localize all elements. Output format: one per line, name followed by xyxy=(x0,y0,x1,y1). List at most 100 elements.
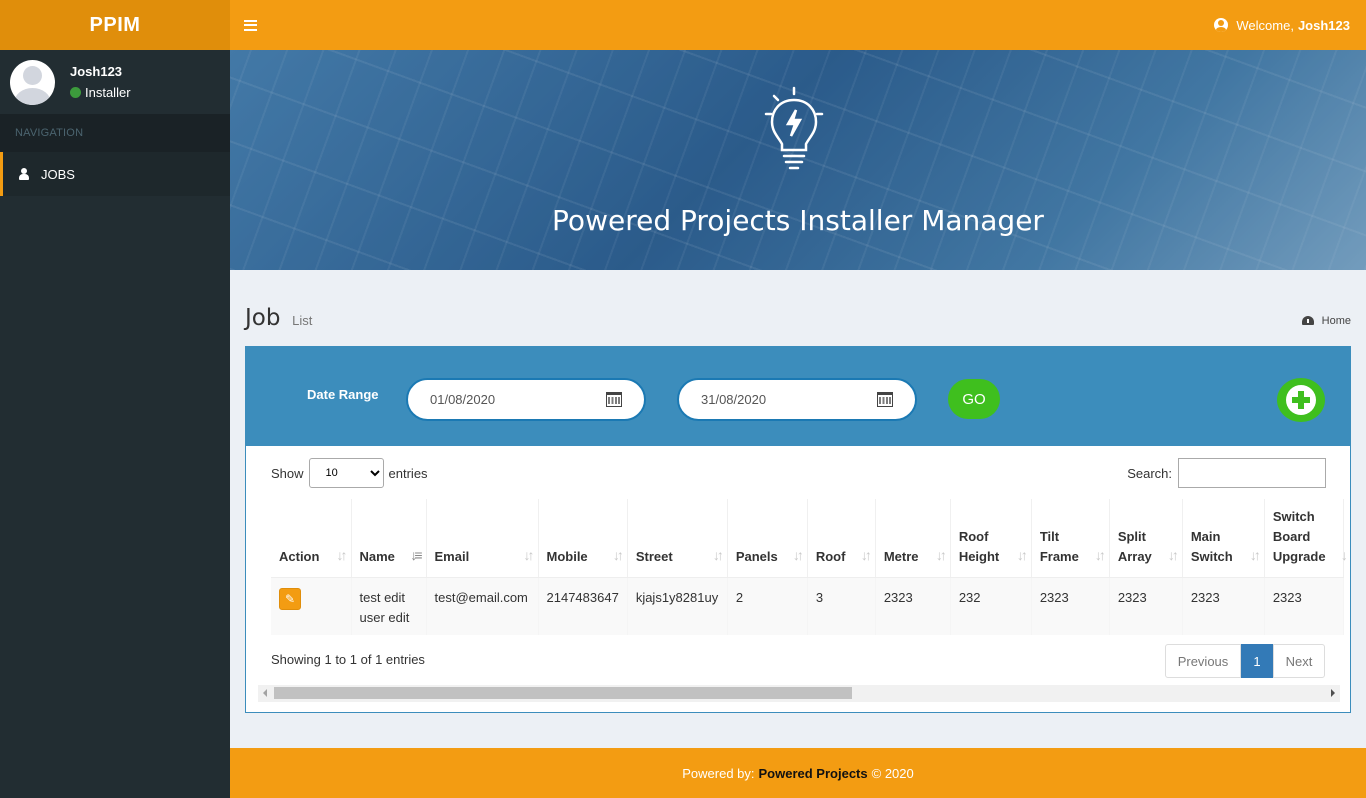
banner-title: Powered Projects Installer Manager xyxy=(552,204,1044,237)
cell-street: kjajs1y8281uy xyxy=(627,577,728,635)
entries-label: entries xyxy=(388,465,428,481)
scroll-left-icon[interactable] xyxy=(263,689,267,697)
cell-roof-height: 232 xyxy=(950,577,1032,635)
page-length-control: Show 10 entries xyxy=(271,458,428,488)
table-row: ✎ test edit user edit test@email.com 214… xyxy=(271,577,1344,635)
previous-page-button[interactable]: Previous xyxy=(1165,644,1241,678)
nav-header: NAVIGATION xyxy=(0,114,230,152)
sort-icon: ↓↑ xyxy=(1167,546,1179,563)
online-status-icon xyxy=(70,87,81,98)
table-info: Showing 1 to 1 of 1 entries xyxy=(271,652,425,667)
cell-main-switch: 2323 xyxy=(1182,577,1265,635)
cell-metre: 2323 xyxy=(875,577,951,635)
date-range-label: Date Range xyxy=(307,387,379,402)
column-header[interactable]: Mobile ↓↑ xyxy=(538,499,628,578)
welcome-text: Welcome, xyxy=(1236,17,1294,33)
to-date-value: 31/08/2020 xyxy=(701,392,767,407)
column-header[interactable]: Metre ↓↑ xyxy=(875,499,951,578)
user-role: Installer xyxy=(85,85,131,100)
column-header[interactable]: Main Switch ↓↑ xyxy=(1182,499,1265,578)
dashboard-icon xyxy=(1301,316,1314,325)
column-header[interactable]: Panels ↓↑ xyxy=(727,499,808,578)
search-label: Search: xyxy=(1127,465,1172,481)
sort-icon: ↓↑ xyxy=(336,546,348,563)
brand-logo[interactable]: PPIM xyxy=(0,0,230,50)
lightbulb-icon xyxy=(764,86,824,170)
cell-tilt-frame: 2323 xyxy=(1031,577,1110,635)
sidebar-item-jobs[interactable]: JOBS xyxy=(0,152,230,196)
column-header[interactable]: Split Array ↓↑ xyxy=(1109,499,1183,578)
footer-copyright: © 2020 xyxy=(871,765,914,781)
sort-icon: ↓↑ xyxy=(792,546,804,563)
sidebar: PPIM Josh123 Installer NAVIGATION JOBS xyxy=(0,0,230,798)
sort-icon: ↓↑ xyxy=(1249,546,1261,563)
page-1-button[interactable]: 1 xyxy=(1241,644,1273,678)
search-input[interactable] xyxy=(1178,458,1326,488)
sort-icon: ↓↑ xyxy=(1094,546,1106,563)
user-menu[interactable]: Welcome, Josh123 xyxy=(1214,18,1350,33)
welcome-user: Josh123 xyxy=(1297,17,1350,33)
pagination: Previous 1 Next xyxy=(1165,644,1325,678)
breadcrumb-home[interactable]: Home xyxy=(1322,315,1351,327)
from-date-value: 01/08/2020 xyxy=(430,392,496,407)
sort-icon: ↓↑ xyxy=(1016,546,1028,563)
cell-mobile: 2147483647 xyxy=(538,577,628,635)
user-name: Josh123 xyxy=(70,64,123,79)
scrollbar-thumb[interactable] xyxy=(274,687,852,699)
sort-icon: ↓↑ xyxy=(935,546,947,563)
search-control: Search: xyxy=(1127,458,1326,488)
footer-prefix: Powered by: xyxy=(682,765,755,781)
jobs-box: Date Range 01/08/2020 31/08/2020 GO Show… xyxy=(245,346,1351,713)
column-header[interactable]: Email ↓↑ xyxy=(426,499,539,578)
cell-panels: 2 xyxy=(727,577,808,635)
user-panel: Josh123 Installer xyxy=(0,50,230,114)
sort-asc-icon: ↓≡ xyxy=(410,546,422,563)
sort-icon: ↓↑ xyxy=(612,546,624,563)
go-button[interactable]: GO xyxy=(948,379,1000,419)
cell-name: test edit user edit xyxy=(351,577,427,635)
footer-company[interactable]: Powered Projects xyxy=(759,766,868,781)
menu-toggle-icon[interactable] xyxy=(244,19,257,31)
content-header: Job List Home xyxy=(245,305,1351,335)
sort-icon: ↓↑ xyxy=(860,546,872,563)
user-status: Installer xyxy=(70,85,131,100)
column-header[interactable]: Roof Height ↓↑ xyxy=(950,499,1032,578)
column-header[interactable]: Name ↓≡ xyxy=(351,499,427,578)
breadcrumb[interactable]: Home xyxy=(1301,315,1351,327)
from-date-input[interactable]: 01/08/2020 xyxy=(406,378,646,421)
table-controls: Show 10 entries Search: xyxy=(271,457,1326,489)
sort-icon: ↓↑ xyxy=(523,546,535,563)
show-label: Show xyxy=(271,465,304,481)
cell-roof: 3 xyxy=(807,577,876,635)
column-header[interactable]: Action ↓↑ xyxy=(271,499,352,578)
column-header[interactable]: Street ↓↑ xyxy=(627,499,728,578)
hero-banner: Powered Projects Installer Manager xyxy=(230,50,1366,270)
page-title: Job xyxy=(245,305,281,331)
user-circle-icon xyxy=(1214,18,1229,32)
jobs-table: Action ↓↑ Name ↓≡ Email ↓↑ Mobile ↓↑ Street ↓… xyxy=(271,499,1348,635)
page-subtitle: List xyxy=(292,313,313,328)
column-header[interactable]: Roof ↓↑ xyxy=(807,499,876,578)
scroll-right-icon[interactable] xyxy=(1331,689,1335,697)
edit-button[interactable]: ✎ xyxy=(279,587,301,610)
top-navbar: Welcome, Josh123 xyxy=(230,0,1366,50)
calendar-icon[interactable] xyxy=(877,392,893,407)
column-header[interactable]: Tilt Frame ↓↑ xyxy=(1031,499,1110,578)
column-header[interactable]: Switch Board Upgrade ↓ xyxy=(1264,499,1348,578)
cell-email: test@email.com xyxy=(426,577,539,635)
cell-split-array: 2323 xyxy=(1109,577,1183,635)
avatar xyxy=(10,59,55,105)
calendar-icon[interactable] xyxy=(606,392,622,407)
filter-bar: Date Range 01/08/2020 31/08/2020 GO xyxy=(246,347,1350,446)
footer: Powered by: Powered Projects © 2020 xyxy=(230,748,1366,798)
user-icon xyxy=(18,167,30,181)
sort-icon: ↓ xyxy=(1340,546,1348,563)
sort-icon: ↓↑ xyxy=(712,546,724,563)
horizontal-scrollbar[interactable] xyxy=(258,685,1340,702)
to-date-input[interactable]: 31/08/2020 xyxy=(677,378,917,421)
add-job-button[interactable] xyxy=(1277,378,1325,422)
plus-circle-icon xyxy=(1286,385,1316,415)
page-length-select[interactable]: 10 xyxy=(308,458,384,488)
next-page-button[interactable]: Next xyxy=(1273,644,1325,678)
sidebar-item-label: JOBS xyxy=(41,166,75,182)
